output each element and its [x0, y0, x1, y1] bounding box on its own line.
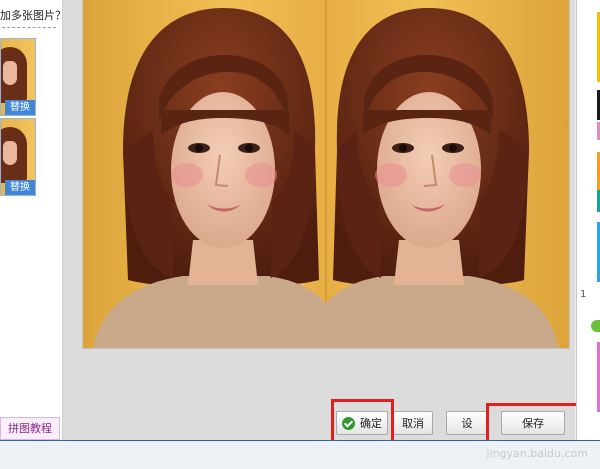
mirrored-photo — [83, 0, 569, 348]
tutorial-button[interactable]: 拼图教程 — [0, 417, 60, 440]
watermark: jingyan.baidu.com — [486, 447, 588, 460]
replace-button[interactable]: 替换 — [5, 180, 35, 195]
status-bar: jingyan.baidu.com — [0, 440, 600, 469]
canvas-area — [63, 0, 575, 440]
thumbnail-1[interactable]: 替换 — [0, 38, 36, 116]
leaf-icon[interactable] — [591, 320, 600, 332]
add-images-title: 加多张图片？ — [0, 9, 62, 22]
left-panel: 加多张图片？ 替换 替换 拼图教程 — [0, 0, 63, 468]
thumbnail-2[interactable]: 替换 — [0, 118, 36, 196]
face-shape — [3, 61, 17, 85]
right-color-strip: 1 — [576, 0, 600, 440]
settings-button[interactable]: 设 — [446, 411, 488, 435]
divider — [2, 27, 56, 28]
replace-button[interactable]: 替换 — [5, 100, 35, 115]
face-shape — [3, 141, 17, 165]
page-number: 1 — [580, 289, 587, 300]
photo-frame — [82, 0, 570, 349]
cancel-button[interactable]: 取消 — [393, 411, 433, 435]
